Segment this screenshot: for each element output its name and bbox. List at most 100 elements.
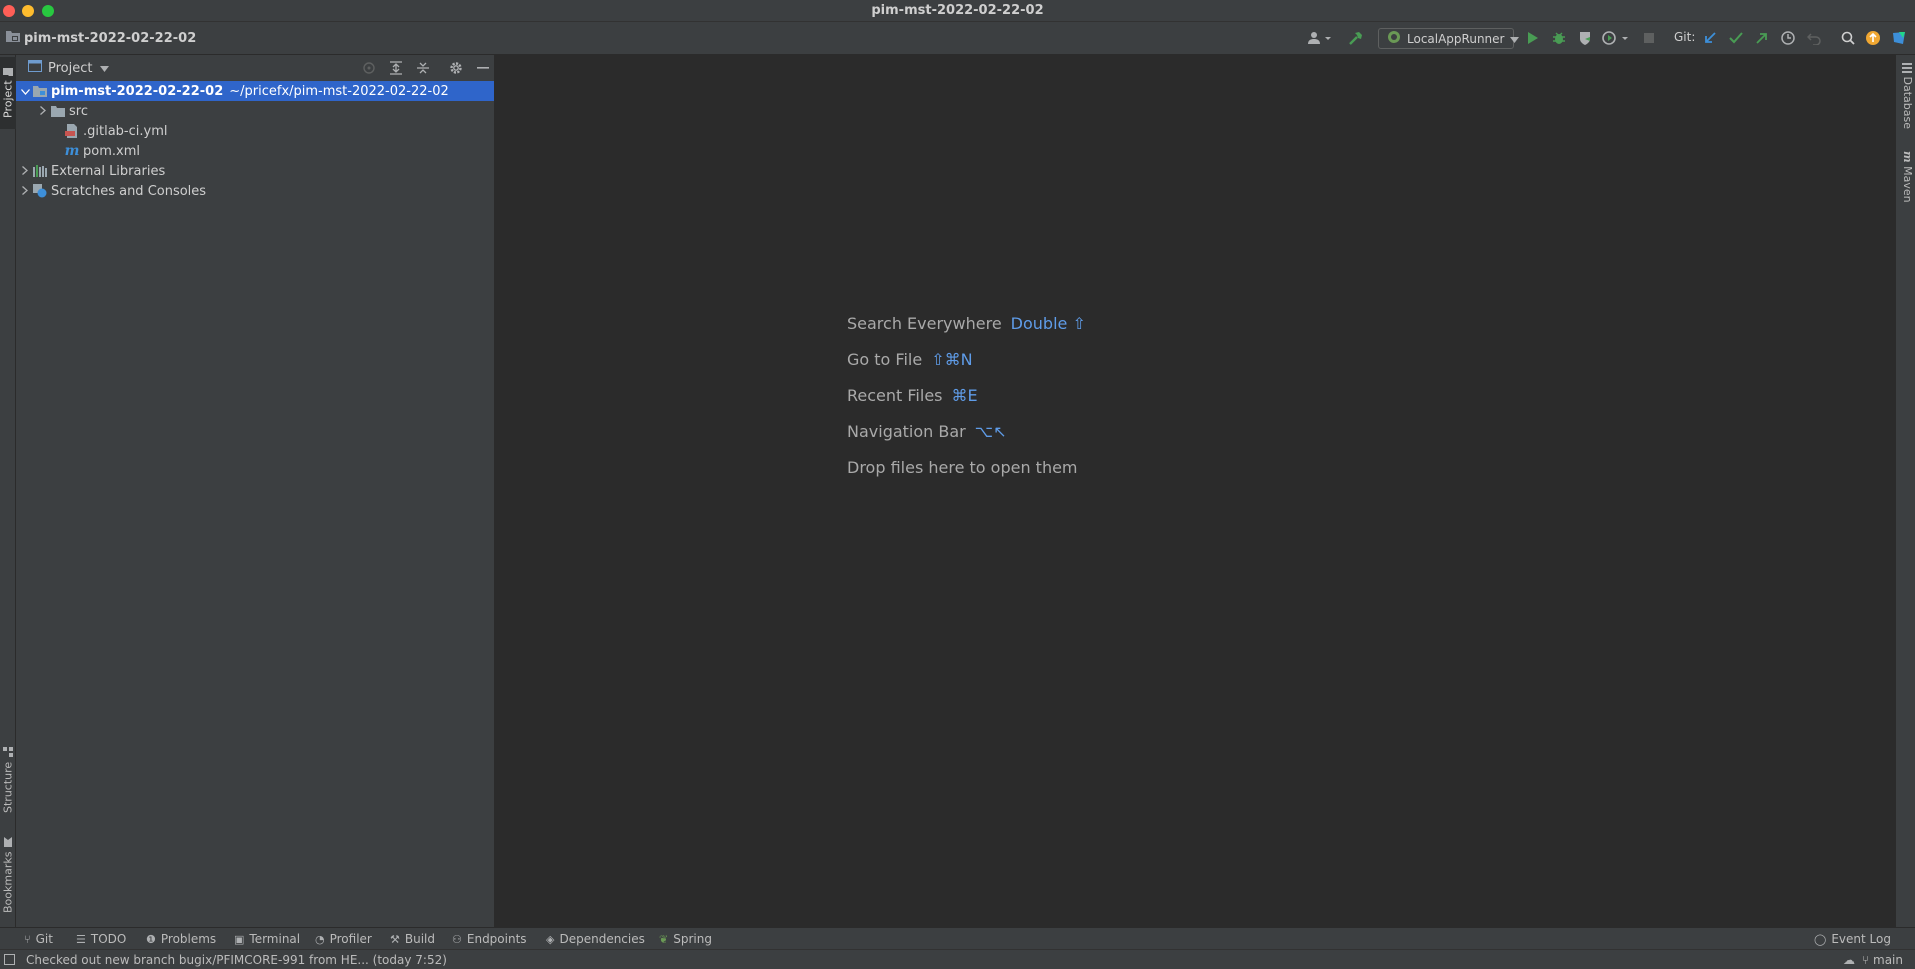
project-view-icon — [28, 60, 42, 76]
speech-bubble-icon: ◯ — [1814, 932, 1827, 946]
collapse-all-icon[interactable] — [414, 59, 432, 77]
project-tree: pim-mst-2022-02-22-02 ~/pricefx/pim-mst-… — [16, 81, 494, 201]
debug-icon[interactable] — [1550, 29, 1568, 47]
chevron-right-icon[interactable] — [18, 185, 32, 198]
spring-leaf-icon: ❦ — [659, 932, 669, 946]
tab-endpoints[interactable]: ⚇ Endpoints — [452, 932, 527, 946]
branch-name: main — [1873, 953, 1903, 967]
git-commit-icon[interactable] — [1727, 29, 1745, 47]
history-clock-icon[interactable] — [1779, 29, 1797, 47]
tree-label: pom.xml — [83, 143, 140, 159]
tab-todo[interactable]: ☰ TODO — [76, 932, 126, 946]
terminal-icon: ▣ — [234, 932, 245, 946]
chevron-down-icon[interactable] — [18, 85, 32, 98]
tab-dependencies[interactable]: ◈ Dependencies — [546, 932, 645, 946]
project-folder-icon — [6, 30, 20, 46]
git-update-icon[interactable] — [1701, 29, 1719, 47]
event-log-button[interactable]: ◯ Event Log — [1814, 932, 1891, 946]
tab-terminal[interactable]: ▣ Terminal — [234, 932, 300, 946]
spring-boot-icon — [1387, 30, 1401, 47]
tab-profiler[interactable]: ◔ Profiler — [315, 932, 372, 946]
project-selector[interactable]: pim-mst-2022-02-22-02 — [6, 30, 196, 46]
main-toolbar: pim-mst-2022-02-22-02 LocalAppRunner Git… — [0, 22, 1915, 55]
tree-label: Scratches and Consoles — [51, 183, 207, 199]
tab-bookmarks[interactable]: Bookmarks — [0, 835, 16, 915]
shortcut-key: ⌥↖ — [974, 421, 1007, 441]
hint-go-to-file: Go to File ⇧⌘N — [847, 349, 973, 369]
git-label: Git: — [1674, 30, 1696, 44]
window-title: pim-mst-2022-02-22-02 — [871, 3, 1044, 18]
module-folder-icon — [32, 83, 48, 99]
tree-row-external-libraries[interactable]: External Libraries — [16, 161, 494, 181]
hint-recent-files: Recent Files ⌘E — [847, 385, 978, 405]
tree-row-scratches[interactable]: Scratches and Consoles — [16, 181, 494, 201]
tab-problems[interactable]: ❶ Problems — [146, 932, 216, 946]
chevron-right-icon[interactable] — [18, 165, 32, 178]
update-available-icon[interactable] — [1864, 29, 1882, 47]
expand-all-icon[interactable] — [387, 59, 405, 77]
hide-panel-icon[interactable] — [474, 59, 492, 77]
shortcut-key: ⇧⌘N — [931, 349, 973, 369]
run-configuration-selector[interactable]: LocalAppRunner — [1378, 28, 1520, 49]
title-bar: pim-mst-2022-02-22-02 — [0, 0, 1915, 22]
tree-row-gitlab-ci[interactable]: .gitlab-ci.yml — [16, 121, 494, 141]
shortcut-key: Double ⇧ — [1010, 313, 1086, 333]
hint-navigation-bar: Navigation Bar ⌥↖ — [847, 421, 1007, 441]
editor-area[interactable]: Search Everywhere Double ⇧ Go to File ⇧⌘… — [496, 55, 1895, 927]
git-branch-widget[interactable]: ⑂ main — [1862, 953, 1903, 967]
tree-path-hint: ~/pricefx/pim-mst-2022-02-22-02 — [229, 83, 449, 99]
scratches-icon — [32, 183, 48, 199]
search-icon[interactable] — [1839, 29, 1857, 47]
tab-maven[interactable]: m Maven — [1898, 151, 1914, 203]
tree-row-src[interactable]: src — [16, 101, 494, 121]
tab-build[interactable]: ⚒ Build — [390, 932, 435, 946]
build-hammer-icon[interactable] — [1347, 29, 1365, 47]
yaml-file-icon — [64, 123, 80, 139]
tab-project[interactable]: Project — [0, 57, 16, 129]
tab-database[interactable]: Database — [1898, 63, 1914, 129]
tab-structure[interactable]: Structure — [0, 745, 16, 815]
select-opened-file-icon[interactable] — [360, 59, 378, 77]
hammer-icon: ⚒ — [390, 932, 400, 946]
editor-empty-hints: Search Everywhere Double ⇧ Go to File ⇧⌘… — [847, 305, 1086, 485]
folder-icon — [50, 103, 66, 119]
info-icon: ❶ — [146, 932, 156, 946]
memory-indicator-icon[interactable]: ☁ — [1843, 953, 1855, 967]
maven-icon: m — [1901, 151, 1914, 163]
stop-icon[interactable] — [1640, 29, 1658, 47]
endpoints-icon: ⚇ — [452, 932, 462, 946]
status-message[interactable]: Checked out new branch bugix/PFIMCORE-99… — [26, 953, 447, 967]
tree-label: External Libraries — [51, 163, 166, 179]
maven-file-icon: m — [64, 143, 80, 159]
folder-icon — [2, 67, 15, 77]
chevron-down-icon[interactable] — [100, 61, 110, 76]
hint-search-everywhere: Search Everywhere Double ⇧ — [847, 313, 1086, 333]
left-tool-strip: Project Structure Bookmarks — [0, 55, 16, 927]
tree-row-pom-xml[interactable]: m pom.xml — [16, 141, 494, 161]
run-icon[interactable] — [1524, 29, 1542, 47]
tab-spring[interactable]: ❦ Spring — [659, 932, 712, 946]
rollback-icon[interactable] — [1805, 29, 1823, 47]
project-panel-header: Project — [16, 55, 494, 81]
git-push-icon[interactable] — [1753, 29, 1771, 47]
user-accounts-icon[interactable] — [1306, 29, 1334, 47]
database-icon — [1901, 63, 1914, 77]
chevron-down-icon — [1510, 32, 1520, 46]
profiler-icon: ◔ — [315, 932, 325, 946]
right-tool-strip: Database m Maven — [1895, 55, 1915, 927]
tree-row-project-root[interactable]: pim-mst-2022-02-22-02 ~/pricefx/pim-mst-… — [16, 81, 494, 101]
project-panel-title[interactable]: Project — [48, 61, 92, 76]
coverage-icon[interactable] — [1576, 29, 1594, 47]
tab-git[interactable]: ⑂ Git — [24, 932, 53, 946]
branch-icon: ⑂ — [1861, 953, 1870, 967]
chevron-right-icon[interactable] — [36, 105, 50, 118]
bottom-tool-bar: ⑂ Git ☰ TODO ❶ Problems ▣ Terminal ◔ Pro… — [0, 927, 1915, 949]
bookmark-icon — [2, 837, 15, 848]
ide-logo-icon[interactable] — [1890, 29, 1908, 47]
profiler-run-icon[interactable] — [1601, 29, 1631, 47]
status-toggle-icon[interactable] — [4, 954, 15, 968]
tree-label: pim-mst-2022-02-22-02 — [51, 83, 224, 99]
tree-label: src — [69, 103, 88, 119]
gear-icon[interactable] — [447, 59, 465, 77]
hint-drop-files: Drop files here to open them — [847, 457, 1078, 477]
